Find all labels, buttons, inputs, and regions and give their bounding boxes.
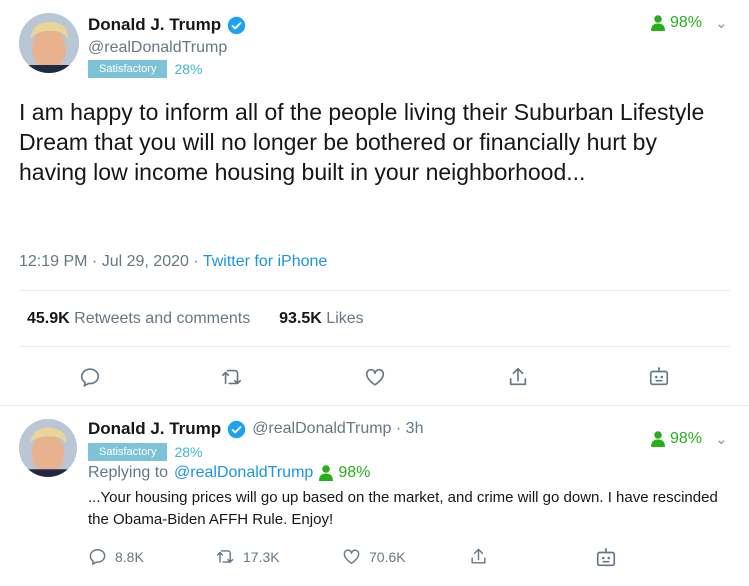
retweet-icon [216,550,234,563]
retweet-icon [222,369,242,385]
author-name-text[interactable]: Donald J. Trump [88,15,221,35]
badge-label: Satisfactory [88,443,168,461]
likes-count: 93.5K [279,310,322,327]
likes-label: Likes [326,310,364,327]
rating-badge: Satisfactory 28% [88,60,203,78]
tweet-text: I am happy to inform all of the people l… [19,99,705,185]
tweet-meta: 12:19 PM · Jul 29, 2020 · Twitter for iP… [19,253,327,271]
chevron-down-icon[interactable]: ⌄ [715,430,728,448]
tweet-text: ...Your housing prices will go up based … [88,489,718,528]
main-tweet: Donald J. Trump @realDonaldTrump Satisfa… [0,0,749,406]
bot-icon [649,367,669,386]
like-button[interactable]: 70.6K [342,547,406,566]
score-indicator[interactable]: 98% ⌄ [651,430,728,448]
retweets-count: 45.9K [27,310,70,327]
tweet-time[interactable]: 12:19 PM · Jul 29, 2020 · [19,253,203,270]
score-value: 98% [670,430,703,447]
score-indicator[interactable]: 98% ⌄ [651,14,728,32]
retweet-button[interactable] [221,366,243,388]
badge-label: Satisfactory [88,60,168,78]
author-name[interactable]: Donald J. Trump [88,15,246,35]
retweets-stat[interactable]: 45.9K Retweets and comments [27,310,250,327]
like-count: 70.6K [369,548,406,565]
replying-to: Replying to @realDonaldTrump 98% [88,464,370,482]
tweet-stats: 45.9K Retweets and comments 93.5K Likes [27,310,364,328]
reply-button[interactable] [79,366,101,388]
author-handle[interactable]: @realDonaldTrump [88,39,227,57]
verified-icon [227,420,246,438]
avatar[interactable] [19,419,77,477]
avatar[interactable] [19,13,79,73]
likes-stat[interactable]: 93.5K Likes [279,310,364,327]
rating-badge: Satisfactory 28% [88,443,203,461]
bot-icon [596,548,616,567]
reply-icon [89,549,106,566]
person-icon [651,431,665,447]
like-icon [343,549,360,564]
verified-icon [227,16,246,34]
share-button[interactable] [507,366,529,388]
author-handle-time[interactable]: @realDonaldTrump · 3h [252,420,423,438]
reply-icon [80,368,100,388]
reply-button[interactable]: 8.8K [88,547,144,566]
author-name[interactable]: Donald J. Trump [88,419,221,439]
reply-header: Donald J. Trump @realDonaldTrump · 3h [88,419,423,439]
like-icon [365,368,385,386]
replying-score-value: 98% [338,464,371,481]
reply-count: 8.8K [115,548,144,565]
score-value: 98% [670,14,703,31]
share-icon [471,548,486,564]
share-button[interactable] [469,547,488,566]
bot-button[interactable] [595,547,617,569]
retweets-label: Retweets and comments [74,310,251,327]
retweet-button[interactable]: 17.3K [216,547,280,566]
like-button[interactable] [364,366,386,388]
divider [19,290,730,291]
person-icon [651,15,665,31]
replying-to-link[interactable]: @realDonaldTrump [174,464,313,482]
replying-prefix: Replying to [88,464,169,481]
share-icon [509,367,527,386]
badge-percent: 28% [174,444,203,460]
bot-button[interactable] [648,366,670,388]
tweet-source[interactable]: Twitter for iPhone [203,253,328,270]
replying-score: 98% [319,464,370,482]
divider [19,346,730,347]
retweet-count: 17.3K [243,548,280,565]
person-icon [319,465,334,481]
chevron-down-icon[interactable]: ⌄ [715,14,728,32]
badge-percent: 28% [174,61,203,77]
